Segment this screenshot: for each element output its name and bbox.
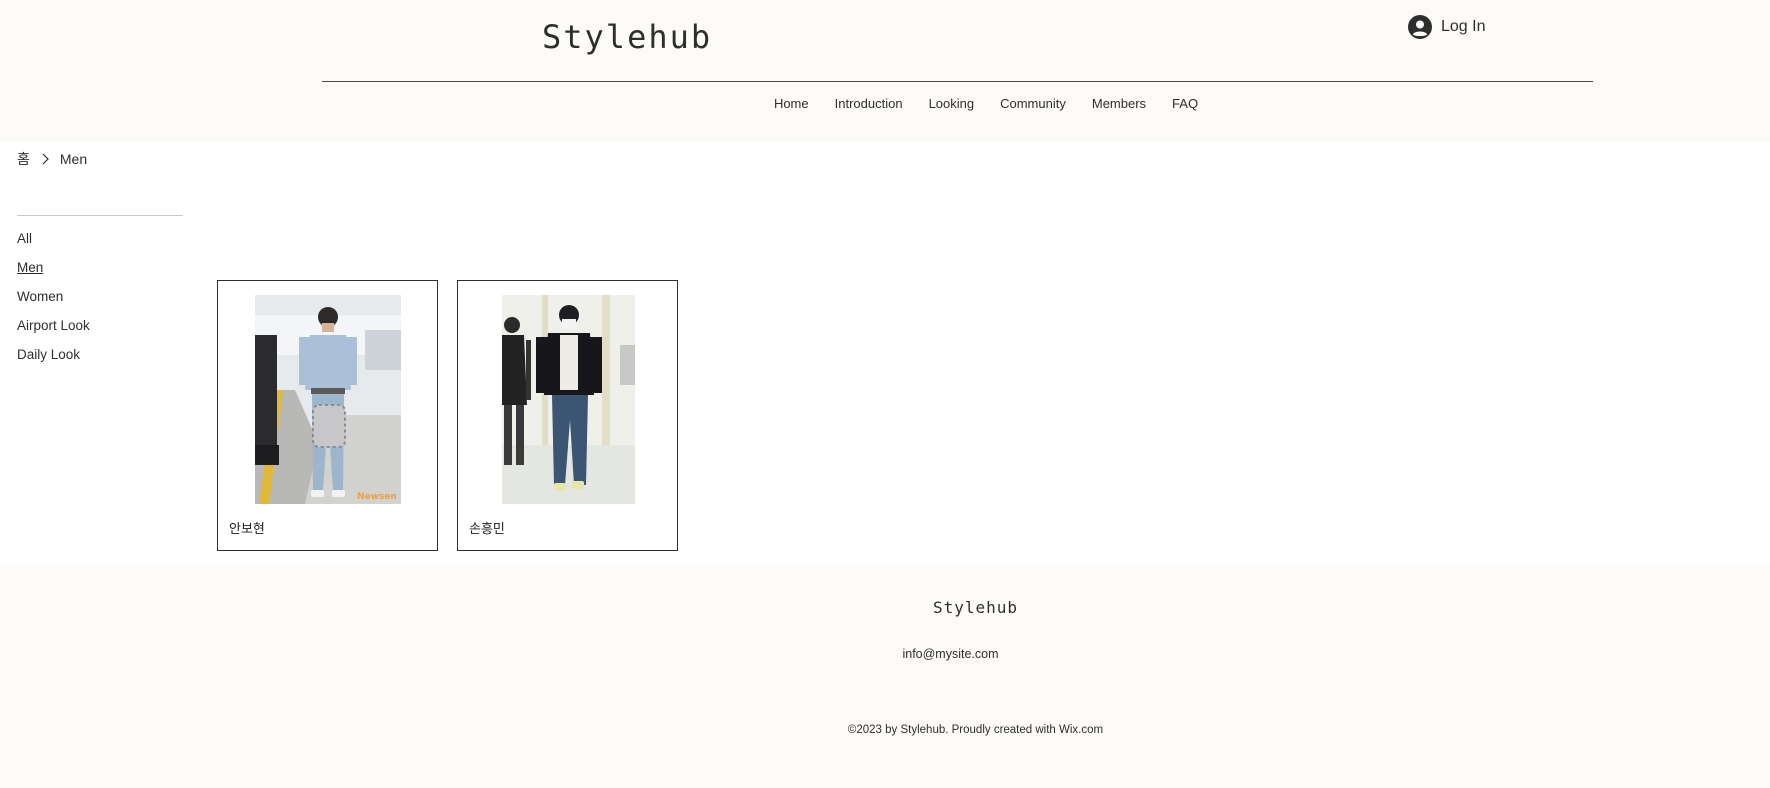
nav-item-faq[interactable]: FAQ <box>1159 96 1211 116</box>
airport-fashion-photo <box>502 295 635 504</box>
category-men[interactable]: Men <box>17 258 183 287</box>
post-title: 손흥민 <box>469 522 505 537</box>
category-airport-look[interactable]: Airport Look <box>17 316 183 345</box>
breadcrumb: 홈 Men <box>17 149 87 169</box>
category-daily-look[interactable]: Daily Look <box>17 345 183 374</box>
post-card[interactable]: 손흥민 <box>457 280 678 551</box>
site-header: Stylehub Log In Home Introduction Lookin… <box>0 0 1770 142</box>
watermark-text: Newsen <box>357 492 397 502</box>
post-photo <box>502 295 648 504</box>
category-all[interactable]: All <box>17 229 183 258</box>
nav-item-introduction[interactable]: Introduction <box>822 96 916 116</box>
header-divider <box>322 81 1593 82</box>
login-button[interactable]: Log In <box>1408 12 1485 42</box>
post-title: 안보현 <box>229 522 265 537</box>
site-footer: Stylehub info@mysite.com ©2023 by Styleh… <box>0 565 1770 788</box>
nav-item-looking[interactable]: Looking <box>916 96 988 116</box>
site-title[interactable]: Stylehub <box>542 18 712 56</box>
nav-item-community[interactable]: Community <box>987 96 1079 116</box>
post-card[interactable]: Newsen 안보현 <box>217 280 438 551</box>
breadcrumb-current: Men <box>59 151 88 167</box>
footer-title: Stylehub <box>932 598 1019 617</box>
nav-item-home[interactable]: Home <box>761 96 822 116</box>
post-photo: Newsen <box>255 295 401 504</box>
main-nav: Home Introduction Looking Community Memb… <box>101 96 1770 116</box>
chevron-right-icon <box>42 153 49 165</box>
nav-item-members[interactable]: Members <box>1079 96 1159 116</box>
airport-fashion-photo: Newsen <box>255 295 401 504</box>
category-sidebar: All Men Women Airport Look Daily Look <box>17 215 183 374</box>
category-women[interactable]: Women <box>17 287 183 316</box>
footer-copyright: ©2023 by Stylehub. Proudly created with … <box>847 724 1104 736</box>
footer-email-link[interactable]: info@mysite.com <box>898 643 1003 666</box>
breadcrumb-home[interactable]: 홈 <box>17 149 30 169</box>
login-label: Log In <box>1441 18 1486 35</box>
user-avatar-icon <box>1408 15 1432 39</box>
